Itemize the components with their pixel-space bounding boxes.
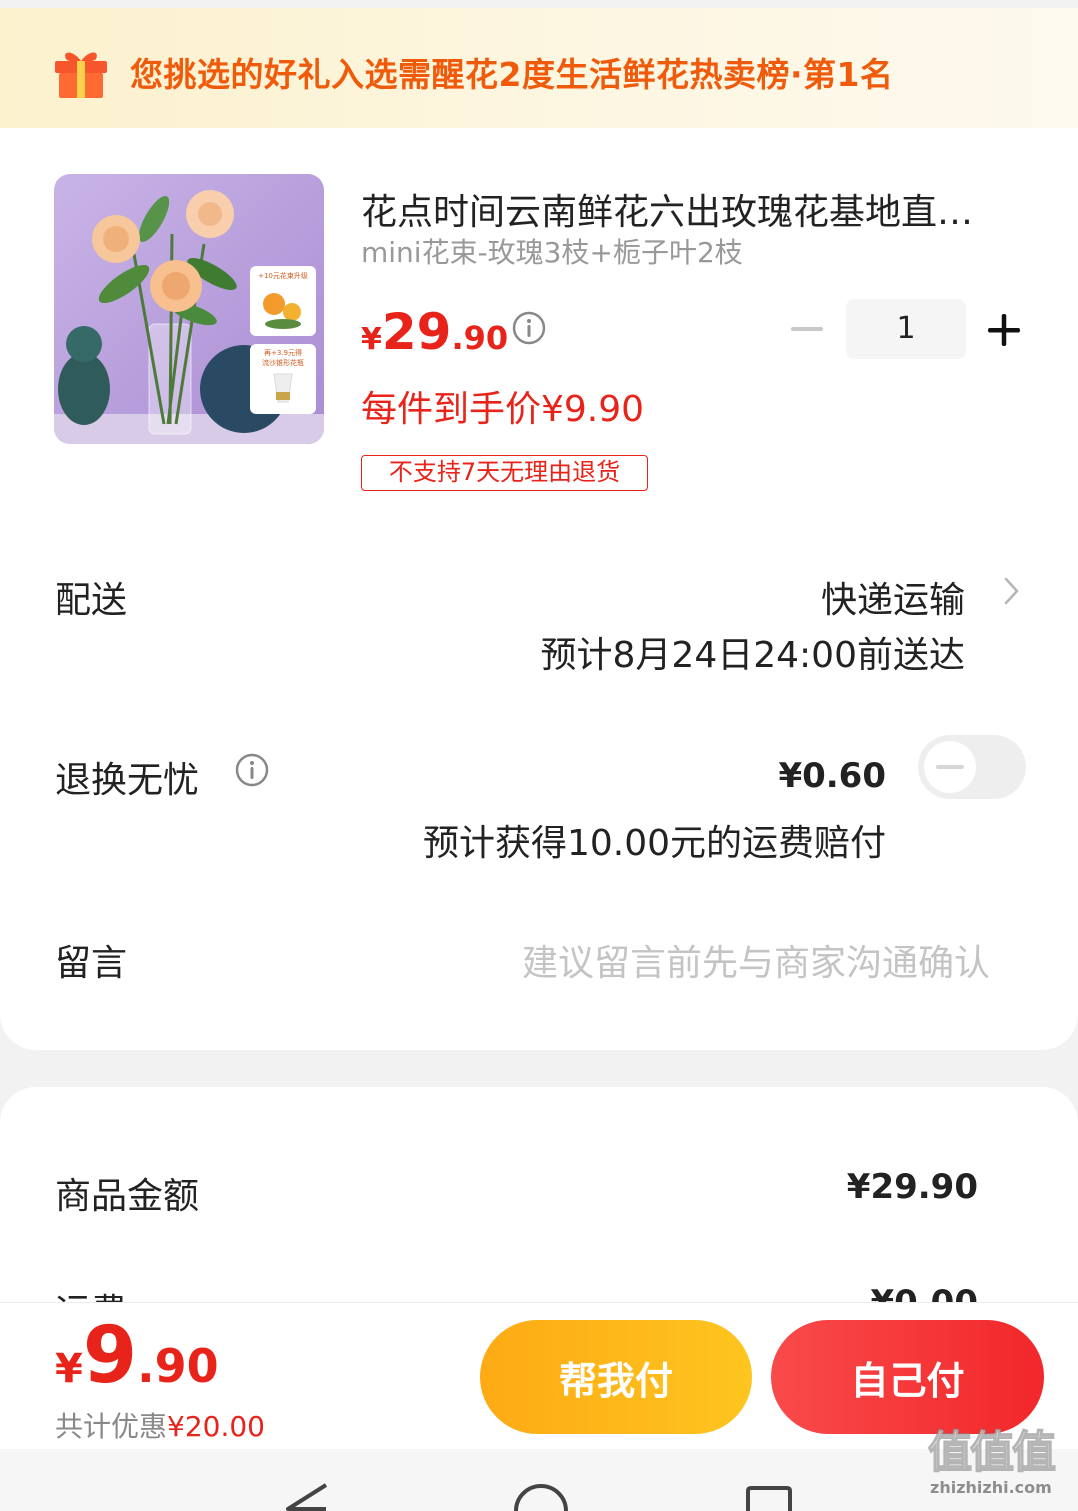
total-price: ¥9.90 [55, 1311, 219, 1401]
worry-free-label: 退换无忧 [55, 760, 200, 801]
total-integer: 9 [82, 1311, 138, 1401]
deal-price: 每件到手价¥9.90 [361, 389, 645, 430]
delivery-method[interactable]: 快递运输 [821, 571, 965, 623]
product-price: ¥29.90 [361, 303, 508, 361]
product-spec: mini花束-玫瑰3枝+栀子叶2枝 [361, 236, 743, 269]
saving-amount: ¥20.00 [167, 1410, 265, 1443]
goods-amount-value: ¥29.90 [846, 1167, 978, 1207]
worry-free-toggle[interactable] [918, 735, 1026, 799]
toggle-knob [924, 741, 976, 793]
price-currency: ¥ [361, 322, 382, 357]
goods-amount-label: 商品金额 [55, 1176, 200, 1217]
image-callout-vase-price: 再+3.9元得 [264, 348, 302, 357]
worry-free-description: 预计获得10.00元的运费赔付 [422, 823, 886, 864]
plus-icon[interactable] [986, 312, 1022, 348]
delivery-eta: 预计8月24日24:00前送达 [540, 635, 965, 676]
price-integer: 29 [381, 303, 452, 361]
product-title[interactable]: 花点时间云南鲜花六出玫瑰花基地直… [361, 183, 1026, 235]
watermark: 值值值 zhizhizhi.com [927, 1427, 1074, 1508]
message-input[interactable]: 建议留言前先与商家沟通确认 [522, 934, 990, 986]
price-decimal: .90 [451, 319, 509, 357]
total-currency: ¥ [55, 1346, 83, 1392]
image-callout-vase: 流沙锥形花瓶 [262, 358, 304, 367]
product-image[interactable]: +10元花束升级 再+3.9元得 流沙锥形花瓶 [54, 174, 324, 444]
back-icon[interactable] [282, 1481, 332, 1511]
return-policy-tag: 不支持7天无理由退货 [361, 455, 648, 491]
checkout-bar: ¥9.90 共计优惠¥20.00 帮我付 自己付 [0, 1302, 1078, 1449]
minus-icon[interactable] [790, 312, 824, 346]
banner-text: 您挑选的好礼入选需醒花2度生活鲜花热卖榜·第1名 [130, 55, 894, 94]
order-card: +10元花束升级 再+3.9元得 流沙锥形花瓶 花点时间云南鲜花六出玫瑰花基地直… [0, 128, 1078, 1050]
recent-apps-icon[interactable] [744, 1485, 794, 1511]
saving-label: 共计优惠 [55, 1410, 168, 1443]
worry-free-price: ¥0.60 [778, 756, 886, 796]
gift-icon [55, 52, 107, 98]
watermark-url: zhizhizhi.com [930, 1478, 1052, 1497]
message-label: 留言 [55, 943, 128, 984]
total-decimal: .90 [137, 1339, 219, 1393]
total-saving: 共计优惠¥20.00 [55, 1405, 265, 1445]
watermark-mark: 值值值 [927, 1427, 1057, 1479]
delivery-label: 配送 [55, 580, 128, 621]
info-icon[interactable] [511, 310, 547, 346]
ranking-banner: 您挑选的好礼入选需醒花2度生活鲜花热卖榜·第1名 [0, 8, 1078, 128]
chevron-right-icon[interactable] [1003, 576, 1021, 606]
home-icon[interactable] [512, 1483, 570, 1511]
info-icon[interactable] [234, 752, 270, 788]
system-nav-bar [0, 1449, 1078, 1511]
quantity-field[interactable]: 1 [846, 299, 966, 359]
help-pay-button[interactable]: 帮我付 [480, 1320, 752, 1434]
self-pay-button[interactable]: 自己付 [771, 1320, 1044, 1434]
image-callout-upgrade: +10元花束升级 [258, 271, 308, 280]
